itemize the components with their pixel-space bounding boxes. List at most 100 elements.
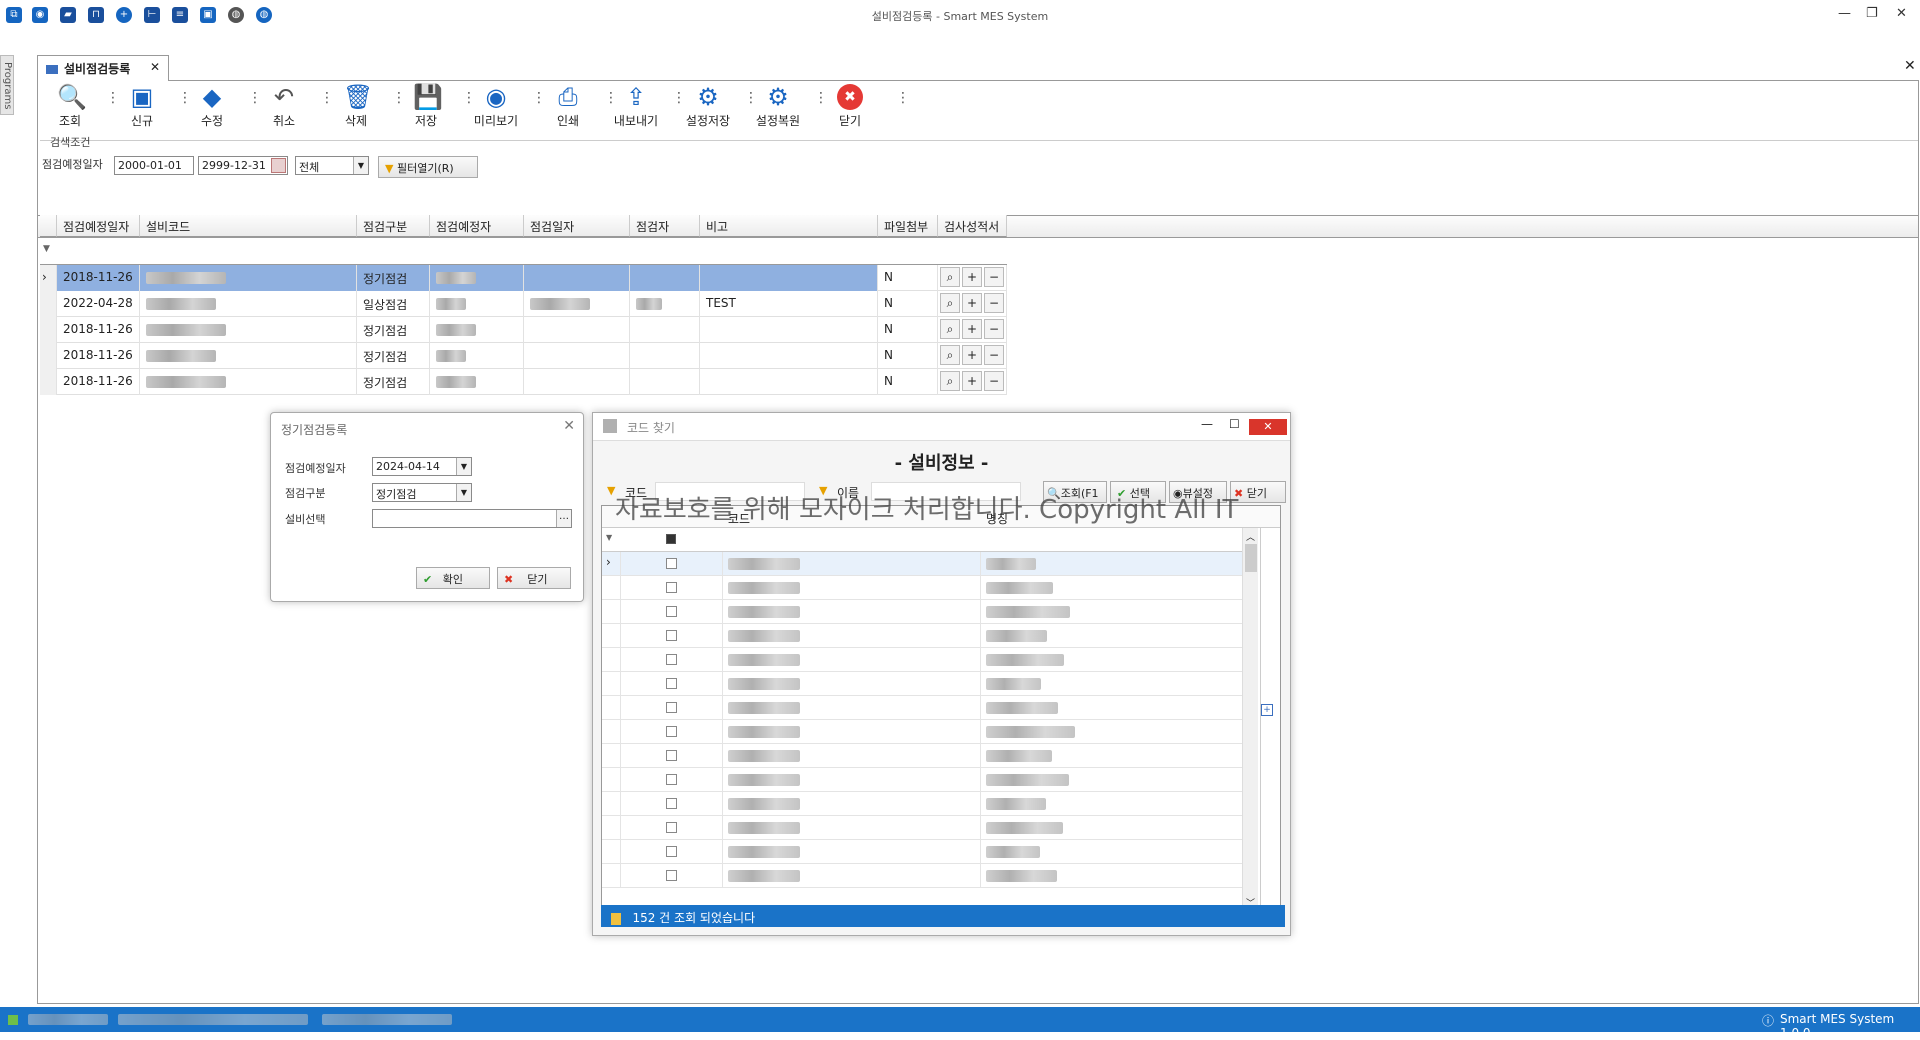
cell-type[interactable]: 정기점검	[357, 317, 430, 343]
list-item[interactable]	[602, 624, 1242, 648]
cell-masked[interactable]	[630, 265, 700, 291]
code-input[interactable]	[655, 482, 805, 501]
list-item[interactable]	[602, 720, 1242, 744]
window-close-button[interactable]: ✕	[1896, 6, 1907, 21]
table-row[interactable]: 2018-11-26 정기점검 N ⌕ + −	[40, 343, 1007, 369]
row-header[interactable]: ›	[40, 265, 57, 291]
cell-masked[interactable]	[630, 369, 700, 395]
dialog-close-icon[interactable]: ✕	[563, 418, 575, 434]
toolbar-button-gear-refresh[interactable]: ⚙ 설정복원	[748, 84, 808, 129]
cell-masked[interactable]	[524, 265, 630, 291]
minus-icon[interactable]: −	[984, 319, 1004, 339]
cell-masked[interactable]	[630, 343, 700, 369]
date-to-input[interactable]: 2999-12-31	[198, 156, 288, 175]
magnifier-icon[interactable]: ⌕	[940, 345, 960, 365]
list-item[interactable]	[602, 600, 1242, 624]
table-row[interactable]: 2018-11-26 정기점검 N ⌕ + −	[40, 369, 1007, 395]
calendar-icon[interactable]	[271, 158, 286, 173]
cell-remark[interactable]	[700, 317, 878, 343]
toolbar-button-save[interactable]: 💾 저장	[396, 84, 456, 129]
list-item[interactable]	[602, 696, 1242, 720]
code-dialog-maximize[interactable]: ☐	[1229, 417, 1240, 431]
minus-icon[interactable]: −	[984, 267, 1004, 287]
list-item[interactable]	[602, 816, 1242, 840]
cell-report-buttons[interactable]: ⌕ + −	[938, 343, 1007, 369]
minus-icon[interactable]: −	[984, 293, 1004, 313]
cell-masked[interactable]	[630, 317, 700, 343]
cell-masked[interactable]	[430, 291, 524, 317]
cell-file[interactable]: N	[878, 317, 938, 343]
cell-masked[interactable]	[630, 291, 700, 317]
cell-masked[interactable]	[524, 317, 630, 343]
toolbar-button-undo[interactable]: ↶ 취소	[254, 84, 314, 129]
magnifier-icon[interactable]: ⌕	[940, 267, 960, 287]
dialog-date-input[interactable]: 2024-04-14 ▼	[372, 457, 472, 476]
magnifier-icon[interactable]: ⌕	[940, 293, 960, 313]
minimize-button[interactable]: —	[1838, 6, 1851, 21]
cell-report-buttons[interactable]: ⌕ + −	[938, 369, 1007, 395]
ellipsis-button[interactable]: …	[556, 510, 571, 527]
column-header[interactable]: 설비코드	[140, 215, 357, 237]
row-checkbox[interactable]	[666, 774, 677, 785]
row-checkbox[interactable]	[666, 726, 677, 737]
code-dialog-close-button[interactable]: ✕	[1249, 419, 1287, 435]
code-search-button[interactable]: 🔍조회(F1	[1043, 481, 1107, 503]
plus-icon[interactable]: +	[962, 371, 982, 391]
cell-file[interactable]: N	[878, 291, 938, 317]
row-checkbox[interactable]	[666, 750, 677, 761]
plus-icon[interactable]: +	[962, 319, 982, 339]
list-item[interactable]: ›	[602, 552, 1242, 576]
cell-remark[interactable]	[700, 343, 878, 369]
cell-masked[interactable]	[140, 317, 357, 343]
scroll-thumb[interactable]	[1245, 544, 1257, 572]
column-header[interactable]: 검사성적서	[938, 215, 1007, 237]
list-item[interactable]	[602, 864, 1242, 888]
column-header[interactable]: 점검예정일자	[57, 215, 140, 237]
grid-filter-row[interactable]: ▼	[40, 238, 1007, 265]
toolbar-button-export[interactable]: ⇪ 내보내기	[606, 84, 666, 129]
row-checkbox[interactable]	[666, 654, 677, 665]
restore-button[interactable]: ❐	[1866, 6, 1878, 21]
toolbar-button-trash[interactable]: 🗑 삭제	[326, 84, 386, 129]
cell-remark[interactable]	[700, 369, 878, 395]
dialog-type-select[interactable]: 정기점검 ▼	[372, 483, 472, 502]
cell-report-buttons[interactable]: ⌕ + −	[938, 291, 1007, 317]
cell-file[interactable]: N	[878, 343, 938, 369]
tab-equipment-inspection[interactable]: 설비점검등록 ✕	[37, 55, 169, 81]
cell-type[interactable]: 정기점검	[357, 343, 430, 369]
row-checkbox[interactable]	[666, 702, 677, 713]
toolbar-button-new-document[interactable]: ▣ 신규	[112, 84, 172, 129]
plus-icon[interactable]: +	[962, 293, 982, 313]
toolbar-button-close-circle[interactable]: ✖ 닫기	[820, 84, 880, 129]
view-settings-button[interactable]: ◉뷰설정	[1169, 481, 1227, 503]
row-checkbox[interactable]	[666, 870, 677, 881]
row-header[interactable]	[40, 291, 57, 317]
cell-date[interactable]: 2018-11-26	[57, 265, 140, 291]
cell-report-buttons[interactable]: ⌕ + −	[938, 317, 1007, 343]
code-close-button[interactable]: ✖ 닫기	[1230, 481, 1286, 503]
cell-date[interactable]: 2022-04-28	[57, 291, 140, 317]
tab-close-icon[interactable]: ✕	[150, 60, 160, 74]
code-grid-scrollbar[interactable]: ︿ ﹀	[1242, 528, 1258, 913]
row-header[interactable]	[40, 343, 57, 369]
cell-masked[interactable]	[524, 369, 630, 395]
cell-file[interactable]: N	[878, 369, 938, 395]
cell-remark[interactable]	[700, 265, 878, 291]
cell-masked[interactable]	[430, 369, 524, 395]
toolbar-button-printer[interactable]: ⎙ 인쇄	[538, 84, 598, 129]
column-header[interactable]: 점검자	[630, 215, 700, 237]
dialog-equip-input[interactable]: …	[372, 509, 572, 528]
toolbar-button-search[interactable]: 🔍 조회	[40, 84, 100, 129]
list-item[interactable]	[602, 648, 1242, 672]
cell-masked[interactable]	[524, 291, 630, 317]
table-row[interactable]: 2022-04-28 일상점검 TEST N ⌕ + −	[40, 291, 1007, 317]
select-all-checkbox[interactable]	[666, 534, 676, 544]
cell-masked[interactable]	[140, 265, 357, 291]
chevron-up-icon[interactable]: ︿	[1246, 530, 1255, 543]
code-filter-row[interactable]: ▼	[602, 528, 1242, 552]
cell-masked[interactable]	[140, 343, 357, 369]
row-checkbox[interactable]	[666, 558, 677, 569]
list-item[interactable]	[602, 768, 1242, 792]
list-item[interactable]	[602, 840, 1242, 864]
cell-masked[interactable]	[524, 343, 630, 369]
